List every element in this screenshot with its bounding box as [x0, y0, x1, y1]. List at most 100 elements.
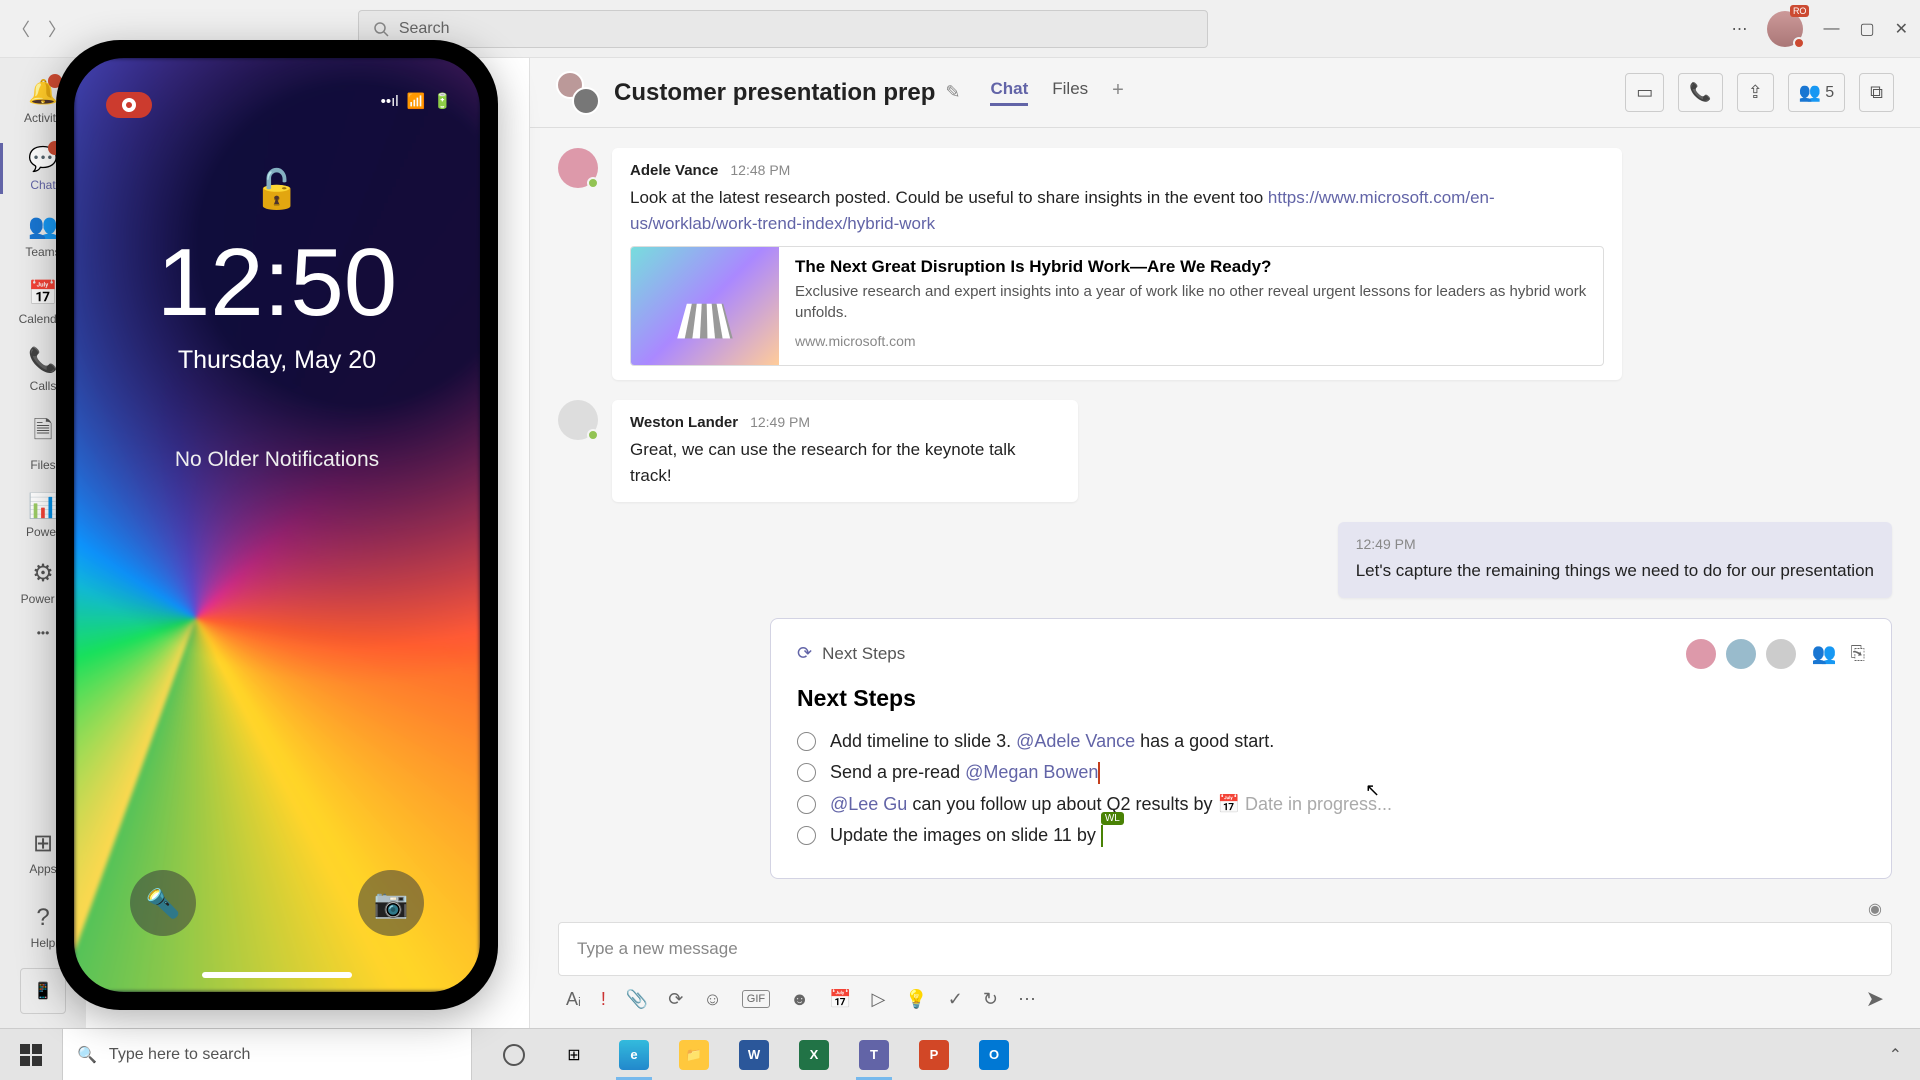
todo-item[interactable]: Add timeline to slide 3. @Adele Vance ha… [797, 726, 1865, 757]
sender-avatar[interactable] [558, 148, 598, 188]
approvals-button[interactable]: ✓ [948, 989, 963, 1010]
word-icon: W [739, 1040, 769, 1070]
sticker-button[interactable]: ☻ [790, 989, 809, 1010]
message-time: 12:49 PM [750, 414, 810, 431]
presence-dot [1793, 37, 1805, 49]
copy-component-button[interactable]: ⎘ [1851, 643, 1865, 664]
loop-breadcrumb[interactable]: Next Steps [822, 644, 905, 664]
mouse-cursor: ↖ [1365, 780, 1380, 801]
presence-avatar[interactable] [1684, 637, 1718, 671]
cortana-button[interactable] [486, 1029, 542, 1080]
sender-avatar[interactable] [558, 400, 598, 440]
signal-icon: ••ıl [381, 93, 399, 110]
gif-button[interactable]: GIF [742, 990, 770, 1008]
taskbar-word[interactable]: W [726, 1029, 782, 1080]
checkbox[interactable] [797, 732, 816, 751]
phone-time: 12:50 [74, 228, 480, 338]
link-domain: www.microsoft.com [795, 333, 1587, 349]
minimize-button[interactable]: — [1823, 20, 1839, 38]
home-indicator[interactable] [202, 972, 352, 978]
message-bubble: Weston Lander 12:49 PM Great, we can use… [612, 400, 1078, 502]
rail-mobile[interactable]: 📱 [20, 968, 66, 1014]
message-input[interactable]: Type a new message [558, 922, 1892, 976]
search-input[interactable]: Search [358, 10, 1208, 48]
battery-icon: 🔋 [433, 92, 452, 110]
mention[interactable]: @Adele Vance [1016, 731, 1135, 751]
tab-files[interactable]: Files [1052, 79, 1088, 106]
back-button[interactable]: 〈 [12, 16, 30, 42]
tray-chevron-icon[interactable]: ⌃ [1889, 1047, 1902, 1064]
presence-avatar[interactable] [1764, 637, 1798, 671]
taskbar-excel[interactable]: X [786, 1029, 842, 1080]
loop-button[interactable]: ⟳ [668, 989, 683, 1010]
mobile-icon: 📱 [33, 981, 53, 1001]
more-actions-button[interactable]: ⋯ [1018, 989, 1036, 1010]
todo-item[interactable]: @Lee Gu can you follow up about Q2 resul… [797, 789, 1865, 820]
loop-component[interactable]: ⟳ Next Steps 👥 ⎘ Next Steps Add timeline… [770, 618, 1892, 880]
presence-avatar[interactable] [1724, 637, 1758, 671]
message-text: Great, we can use the research for the k… [630, 437, 1060, 488]
taskbar-powerpoint[interactable]: P [906, 1029, 962, 1080]
schedule-button[interactable]: 📅 [829, 989, 851, 1010]
start-button[interactable] [0, 1029, 62, 1080]
video-call-button[interactable]: ▭ [1625, 73, 1664, 112]
priority-button[interactable]: ! [601, 989, 606, 1010]
excel-icon: X [799, 1040, 829, 1070]
compose-area: Type a new message Aᵢ ! 📎 ⟳ ☺ GIF ☻ 📅 ▷ … [530, 922, 1920, 1028]
taskbar-edge[interactable]: e [606, 1029, 662, 1080]
taskbar-teams[interactable]: T [846, 1029, 902, 1080]
loop-title[interactable]: Next Steps [797, 685, 1865, 712]
taskbar-explorer[interactable]: 📁 [666, 1029, 722, 1080]
record-icon [122, 98, 136, 112]
add-people-button[interactable]: 👥 [1812, 641, 1837, 666]
format-button[interactable]: Aᵢ [566, 989, 581, 1010]
chat-header: Customer presentation prep ✎ Chat Files … [530, 58, 1920, 128]
todo-item[interactable]: Update the images on slide 11 by WL [797, 820, 1865, 852]
checkbox[interactable] [797, 763, 816, 782]
windows-logo-icon [20, 1044, 42, 1066]
mention[interactable]: @Megan Bowen [965, 762, 1098, 782]
flashlight-button[interactable]: 🔦 [130, 870, 196, 936]
chat-panel: Customer presentation prep ✎ Chat Files … [530, 58, 1920, 1028]
message-text: Look at the latest research posted. Coul… [630, 188, 1268, 207]
maximize-button[interactable]: ▢ [1859, 19, 1874, 39]
compose-toolbar: Aᵢ ! 📎 ⟳ ☺ GIF ☻ 📅 ▷ 💡 ✓ ↻ ⋯ ➤ [558, 986, 1892, 1012]
rail-label: ••• [37, 626, 50, 640]
taskbar-search[interactable]: 🔍 Type here to search [62, 1029, 472, 1080]
popout-button[interactable]: ⧉ [1859, 73, 1894, 112]
checkbox[interactable] [797, 826, 816, 845]
recording-pill[interactable] [106, 92, 152, 118]
more-button[interactable]: ⋯ [1731, 19, 1747, 39]
share-button[interactable]: ⇪ [1737, 73, 1774, 112]
praise-button[interactable]: 💡 [905, 989, 927, 1010]
participants-button[interactable]: 👥5 [1788, 73, 1845, 112]
link-preview-card[interactable]: The Next Great Disruption Is Hybrid Work… [630, 246, 1604, 366]
people-icon: 👥 [1799, 82, 1821, 103]
compose-placeholder: Type a new message [577, 939, 738, 958]
loop-icon: ⟳ [797, 643, 812, 664]
mention[interactable]: @Lee Gu [830, 794, 907, 814]
file-icon: 🗎 [33, 413, 52, 454]
system-tray[interactable]: ⌃ [1871, 1045, 1920, 1065]
add-tab-button[interactable]: + [1112, 79, 1124, 106]
audio-call-button[interactable]: 📞 [1678, 73, 1722, 112]
send-button[interactable]: ➤ [1866, 986, 1884, 1012]
close-button[interactable]: ✕ [1895, 19, 1908, 39]
forward-button[interactable]: 〉 [48, 16, 66, 42]
message-list[interactable]: Adele Vance 12:48 PM Look at the latest … [530, 128, 1920, 922]
rail-label: Power [26, 525, 60, 539]
updates-button[interactable]: ↻ [983, 989, 998, 1010]
profile-avatar[interactable]: RO [1767, 11, 1803, 47]
task-view-button[interactable]: ⊞ [546, 1029, 602, 1080]
message-bubble: 12:49 PM Let's capture the remaining thi… [1338, 522, 1892, 598]
todo-item[interactable]: Send a pre-read @Megan Bowen [797, 757, 1865, 789]
checkbox[interactable] [797, 795, 816, 814]
popout-icon: ⧉ [1870, 82, 1883, 103]
stream-button[interactable]: ▷ [871, 989, 885, 1010]
tab-chat[interactable]: Chat [990, 79, 1028, 106]
emoji-button[interactable]: ☺ [703, 989, 721, 1010]
attach-button[interactable]: 📎 [626, 989, 648, 1010]
edit-title-button[interactable]: ✎ [945, 82, 960, 103]
camera-button[interactable]: 📷 [358, 870, 424, 936]
taskbar-outlook[interactable]: O [966, 1029, 1022, 1080]
